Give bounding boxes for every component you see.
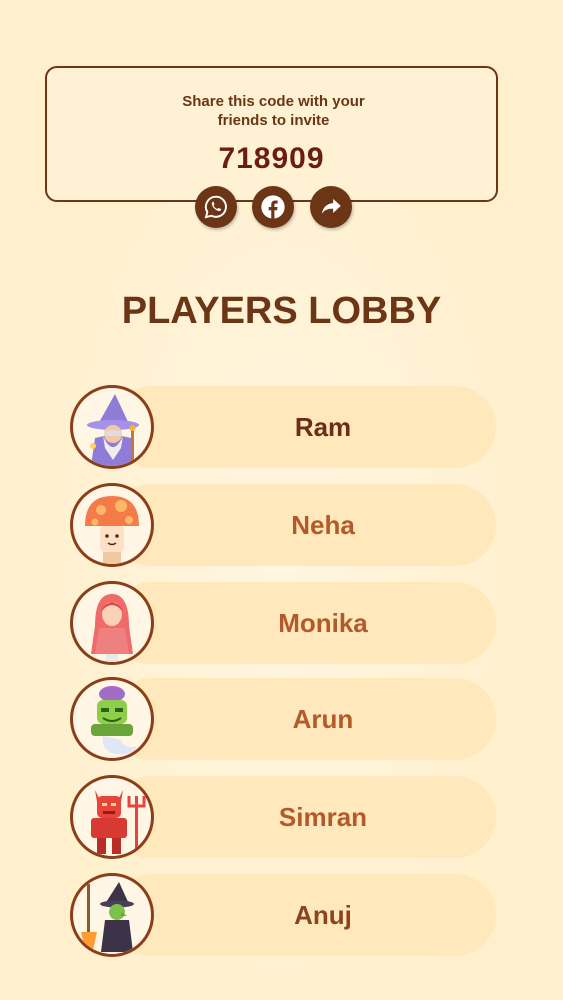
genie-avatar (70, 677, 154, 761)
player-row: Simran (70, 775, 496, 859)
red-hood-avatar (70, 581, 154, 665)
facebook-share-button[interactable] (252, 186, 294, 228)
share-forward-icon (318, 194, 344, 220)
lobby-title: PLAYERS LOBBY (121, 290, 442, 332)
invite-code: 718909 (218, 142, 325, 175)
facebook-icon (259, 193, 287, 221)
player-name: Arun (292, 704, 354, 734)
mushroom-avatar (70, 483, 154, 567)
player-row: Monika (70, 581, 496, 665)
whatsapp-share-button[interactable] (195, 186, 237, 228)
share-instruction-text: Share this code with your friends to inv… (182, 93, 365, 129)
witch-avatar (70, 873, 154, 957)
player-name: Simran (278, 802, 368, 832)
invite-code-card: Share this code with your friends to inv… (45, 66, 498, 202)
wizard-avatar (70, 385, 154, 469)
player-name: Neha (291, 510, 355, 540)
forward-share-button[interactable] (310, 186, 352, 228)
player-row: Arun (70, 677, 496, 761)
player-name: Ram (294, 412, 352, 442)
whatsapp-icon (203, 194, 229, 220)
devil-avatar (70, 775, 154, 859)
player-row: Neha (70, 483, 496, 567)
player-row: Anuj (70, 873, 496, 957)
player-row: Ram (70, 385, 496, 469)
player-name: Monika (278, 608, 368, 638)
player-name: Anuj (294, 900, 352, 930)
